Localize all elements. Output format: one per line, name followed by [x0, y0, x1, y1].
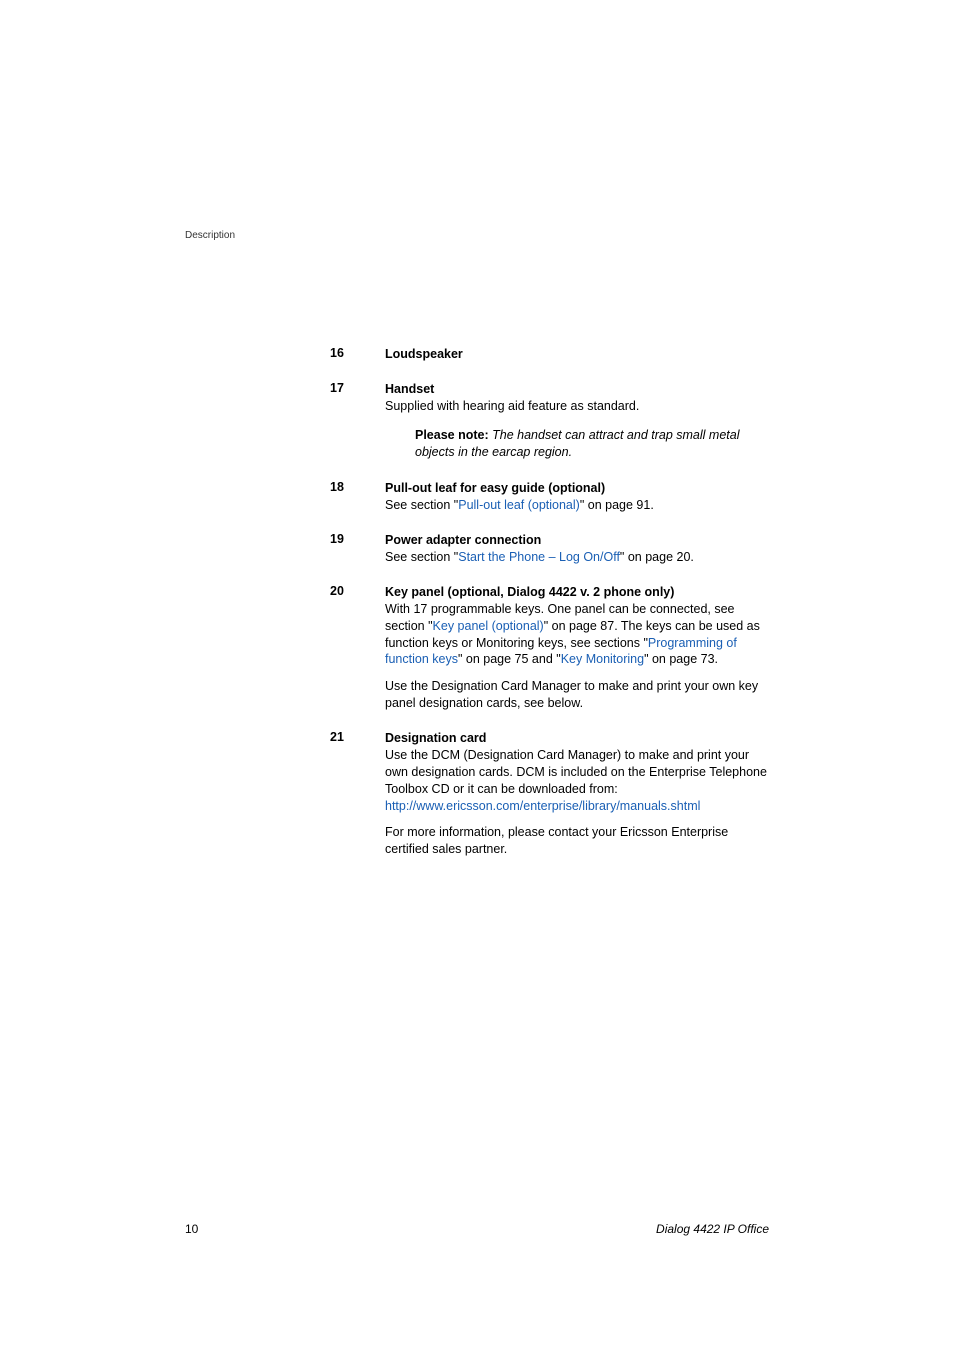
item-number: 19: [330, 532, 385, 566]
paragraph: Use the Designation Card Manager to make…: [385, 678, 769, 712]
item-number: 16: [330, 346, 385, 363]
note-block: Please note: The handset can attract and…: [385, 427, 769, 461]
page-number: 10: [185, 1222, 198, 1236]
item-17: 17 Handset Supplied with hearing aid fea…: [330, 381, 769, 463]
item-description: Supplied with hearing aid feature as sta…: [385, 398, 769, 415]
item-title: Loudspeaker: [385, 346, 769, 363]
text-segment: See section ": [385, 498, 458, 512]
item-number: 20: [330, 584, 385, 712]
item-content: Designation card Use the DCM (Designatio…: [385, 730, 769, 858]
cross-reference-link[interactable]: Pull-out leaf (optional): [458, 498, 580, 512]
cross-reference-link[interactable]: Key Monitoring: [561, 652, 644, 666]
page-footer: 10 Dialog 4422 IP Office: [185, 1222, 769, 1236]
item-number: 21: [330, 730, 385, 858]
item-16: 16 Loudspeaker: [330, 346, 769, 363]
external-url-link[interactable]: http://www.ericsson.com/enterprise/libra…: [385, 799, 700, 813]
item-title: Power adapter connection: [385, 532, 769, 549]
text-segment: " on page 20.: [620, 550, 694, 564]
item-content: Handset Supplied with hearing aid featur…: [385, 381, 769, 463]
item-title: Pull-out leaf for easy guide (optional): [385, 480, 769, 497]
item-content: Loudspeaker: [385, 346, 769, 363]
cross-reference-link[interactable]: Start the Phone – Log On/Off: [458, 550, 620, 564]
item-description: See section "Pull-out leaf (optional)" o…: [385, 497, 769, 514]
item-number: 18: [330, 480, 385, 514]
item-20: 20 Key panel (optional, Dialog 4422 v. 2…: [330, 584, 769, 712]
note-label: Please note:: [415, 428, 489, 442]
cross-reference-link[interactable]: Key panel (optional): [433, 619, 544, 633]
text-segment: " on page 73.: [644, 652, 718, 666]
item-content: Key panel (optional, Dialog 4422 v. 2 ph…: [385, 584, 769, 712]
paragraph: For more information, please contact you…: [385, 824, 769, 858]
item-content: Power adapter connection See section "St…: [385, 532, 769, 566]
item-title: Handset: [385, 381, 769, 398]
item-title: Designation card: [385, 730, 769, 747]
text-segment: See section ": [385, 550, 458, 564]
text-segment: " on page 75 and ": [458, 652, 561, 666]
item-number: 17: [330, 381, 385, 463]
text-segment: " on page 91.: [580, 498, 654, 512]
item-description: Use the DCM (Designation Card Manager) t…: [385, 747, 769, 798]
item-description: See section "Start the Phone – Log On/Of…: [385, 549, 769, 566]
item-description: With 17 programmable keys. One panel can…: [385, 601, 769, 669]
content-area: 16 Loudspeaker 17 Handset Supplied with …: [330, 346, 769, 858]
url-link-line: http://www.ericsson.com/enterprise/libra…: [385, 798, 769, 815]
item-title: Key panel (optional, Dialog 4422 v. 2 ph…: [385, 584, 769, 601]
document-page: Description 16 Loudspeaker 17 Handset Su…: [0, 0, 954, 1351]
item-18: 18 Pull-out leaf for easy guide (optiona…: [330, 480, 769, 514]
item-19: 19 Power adapter connection See section …: [330, 532, 769, 566]
footer-title: Dialog 4422 IP Office: [656, 1222, 769, 1236]
section-header: Description: [185, 230, 769, 241]
item-content: Pull-out leaf for easy guide (optional) …: [385, 480, 769, 514]
item-21: 21 Designation card Use the DCM (Designa…: [330, 730, 769, 858]
